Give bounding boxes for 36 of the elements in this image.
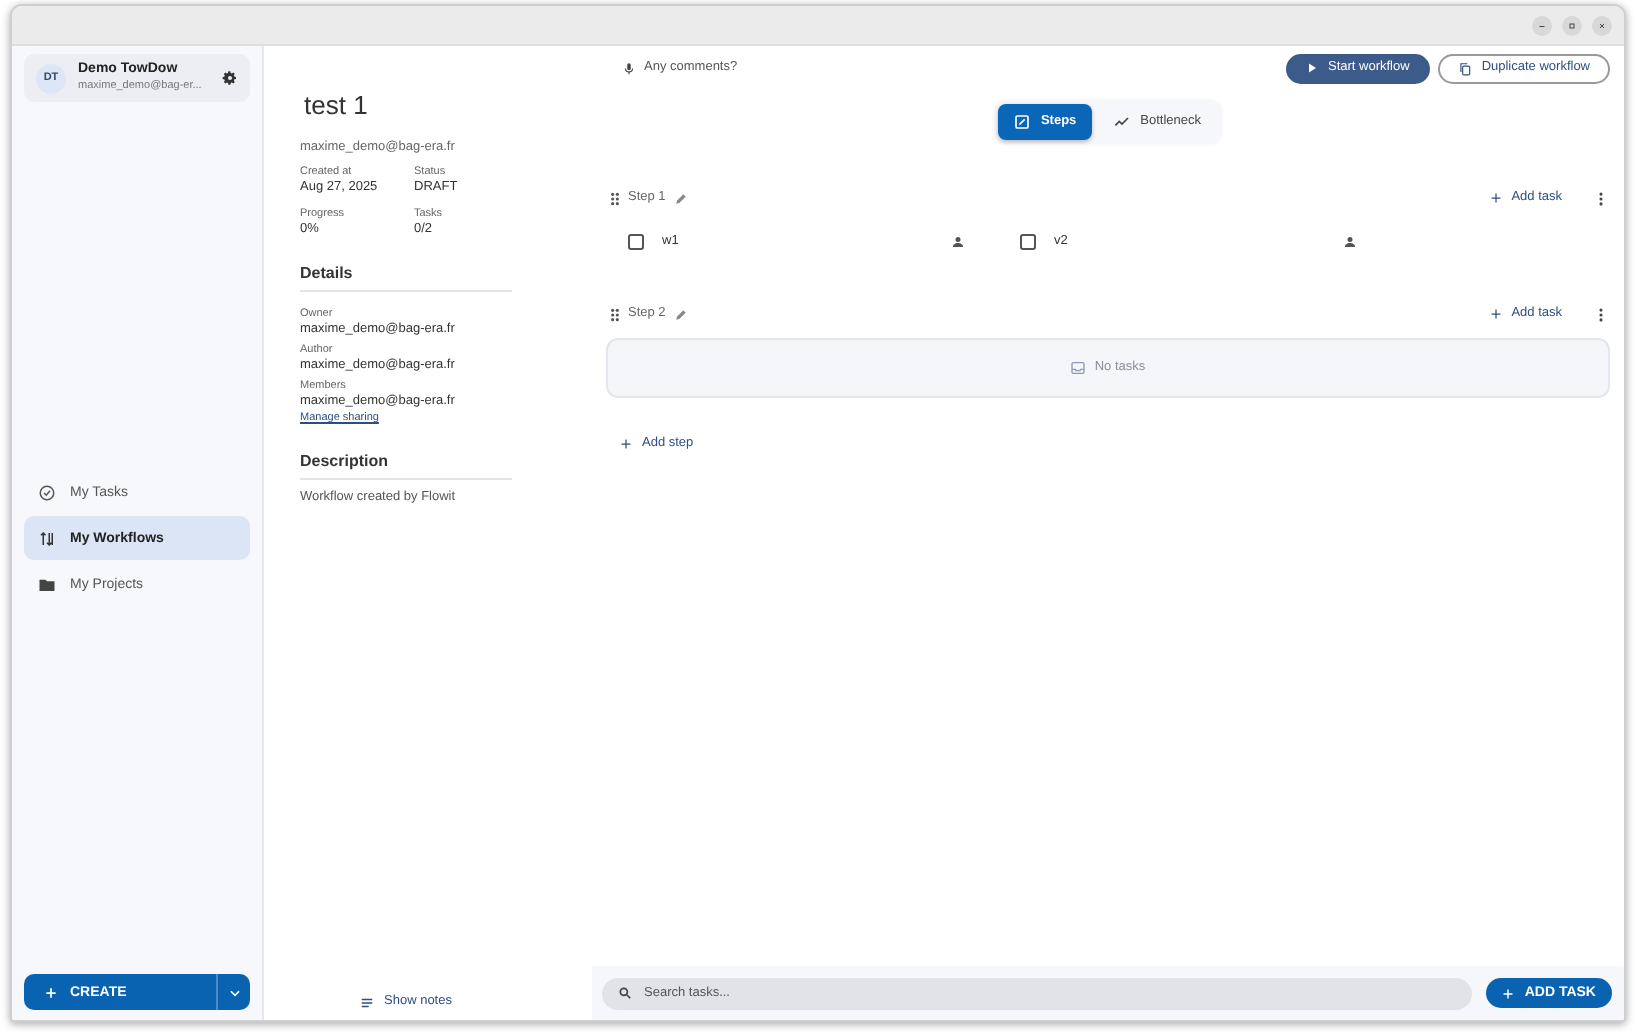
trend-line-icon [1114,114,1131,130]
plus-icon [620,438,632,451]
maximize-button[interactable] [1562,15,1582,35]
pencil-icon [673,191,688,205]
microphone-icon [622,61,636,75]
more-button[interactable] [1598,307,1604,321]
task-checkbox[interactable] [1020,234,1036,250]
drag-handle-icon [610,191,620,205]
chevron-down-icon [227,985,241,999]
section-heading: Details [300,262,512,292]
pencil-icon [673,307,688,321]
more-vertical-icon [1598,191,1604,205]
plus-icon [44,985,58,999]
close-icon [1596,19,1608,31]
create-dropdown-button[interactable] [216,974,250,1010]
more-button[interactable] [1598,191,1604,205]
folder-icon [38,575,56,593]
plus-icon [1502,987,1515,999]
sort-arrows-icon [38,529,56,547]
check-circle-icon [38,483,56,501]
play-icon [1305,62,1318,74]
section-heading: Description [300,450,512,481]
edit-square-icon [1014,114,1031,130]
notes-icon [360,996,375,1010]
task-checkbox[interactable] [628,234,644,250]
person-icon [1344,236,1356,248]
settings-icon [222,70,238,86]
maximize-icon [1566,19,1578,31]
drag-handle-icon [610,307,620,321]
copy-icon [1457,61,1472,75]
plus-icon [1489,308,1502,320]
tray-icon [1070,360,1087,376]
more-vertical-icon [1598,307,1604,321]
plus-icon [1489,192,1502,204]
workflow-title: test 1 [304,88,370,124]
person-icon [952,236,964,248]
